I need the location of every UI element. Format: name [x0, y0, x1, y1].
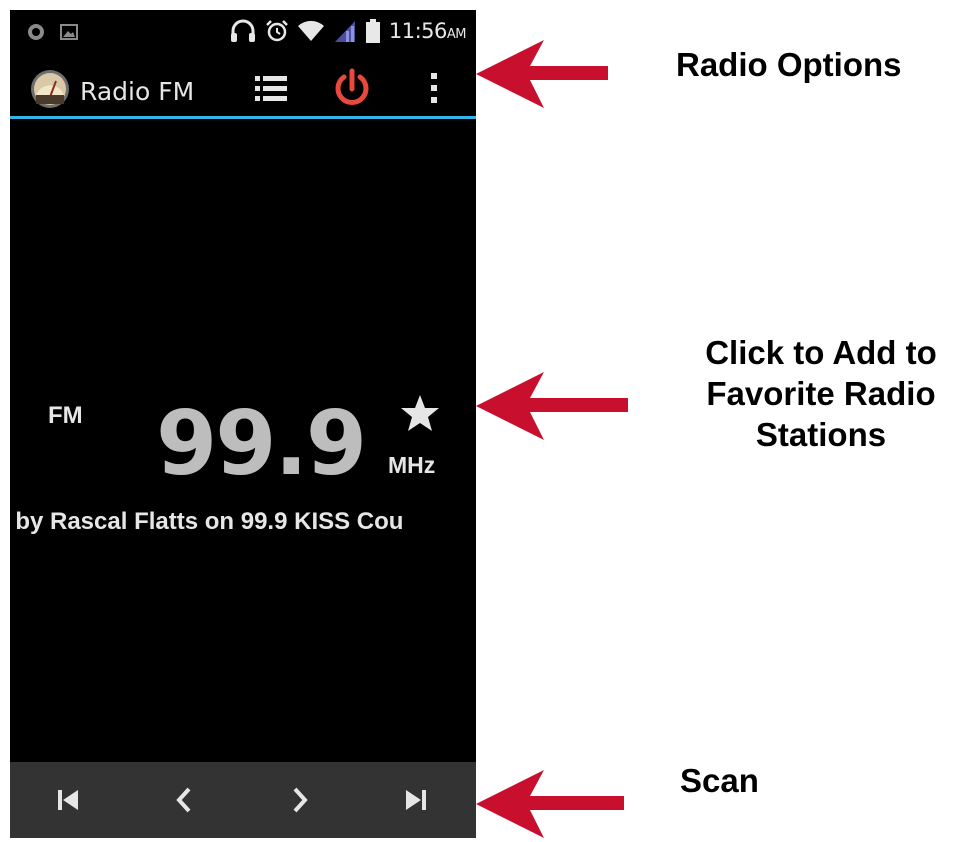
overflow-menu-icon[interactable]: [410, 64, 458, 112]
arrow-favorite: [476, 372, 628, 440]
headphones-icon: [230, 19, 255, 42]
arrow-radio-options: [476, 40, 608, 108]
action-bar-divider: [10, 116, 476, 119]
notification-icon: [28, 24, 44, 40]
arrow-scan: [476, 770, 624, 838]
band-label: FM: [48, 402, 83, 429]
frequency-display: 99.9: [156, 392, 367, 495]
status-bar: 11:56AM: [10, 10, 476, 54]
power-icon[interactable]: [328, 64, 376, 112]
star-icon[interactable]: [398, 392, 442, 436]
alarm-icon: [265, 20, 288, 42]
signal-icon: [334, 21, 355, 42]
scan-controls: [10, 762, 476, 838]
skip-next-icon[interactable]: [396, 780, 436, 820]
frequency-unit: MHz: [388, 452, 436, 478]
chevron-right-icon[interactable]: [280, 780, 320, 820]
wifi-icon: [297, 20, 324, 41]
radio-app-icon[interactable]: [30, 69, 70, 109]
action-bar: Radio FM: [10, 54, 476, 116]
image-icon: [60, 24, 78, 40]
phone-screen: 11:56AM Radio FM FM 99.9 MHz o by Rascal…: [10, 10, 476, 838]
chevron-left-icon[interactable]: [164, 780, 204, 820]
station-list-icon[interactable]: [248, 64, 296, 112]
rds-text: o by Rascal Flatts on 99.9 KISS Cou: [10, 508, 404, 535]
label-radio-options: Radio Options: [676, 46, 902, 83]
skip-previous-icon[interactable]: [48, 780, 88, 820]
label-favorite: Click to Add to Favorite Radio Stations: [705, 334, 937, 453]
label-scan: Scan: [680, 762, 759, 799]
app-title: Radio FM: [80, 77, 195, 106]
battery-icon: [365, 19, 380, 43]
status-time: 11:56AM: [388, 19, 467, 43]
